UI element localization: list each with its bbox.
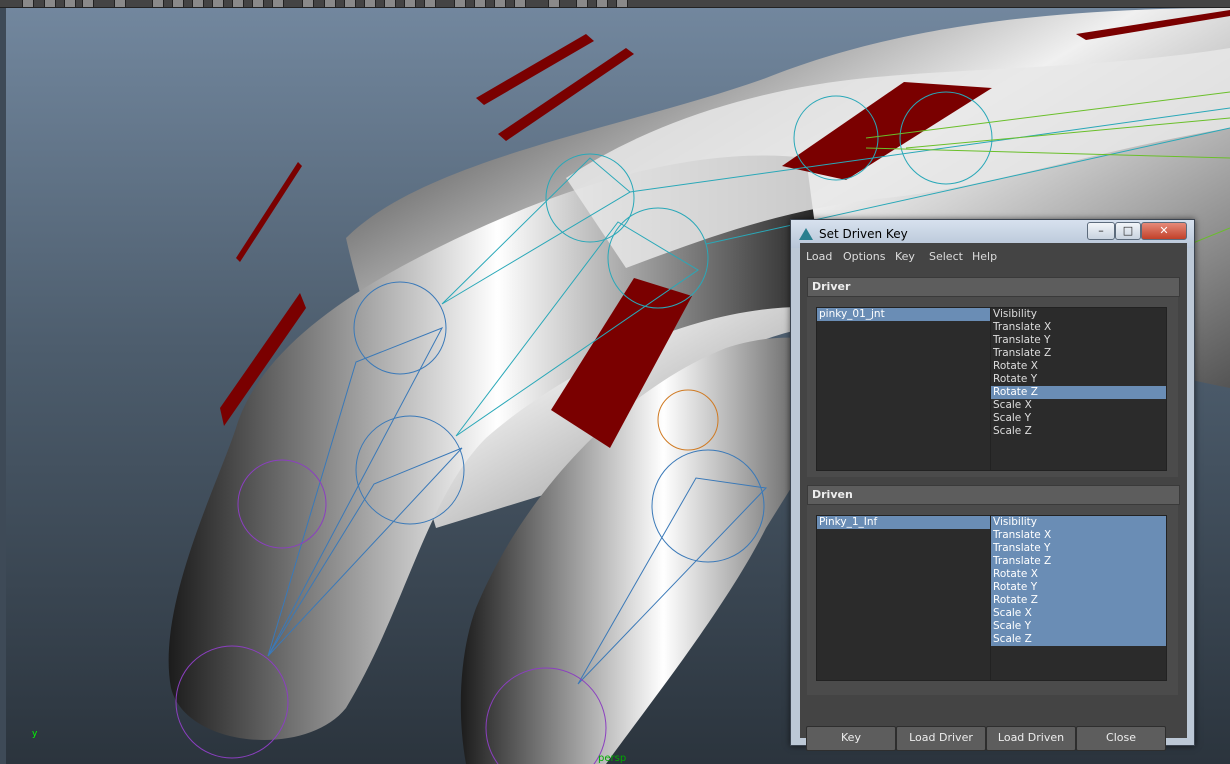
driver-attribute-list[interactable]: Visibility Translate X Translate Y Translat… [990, 307, 1167, 471]
window-title: Set Driven Key [819, 227, 908, 241]
toolbar-icon[interactable] [22, 0, 34, 7]
toolbar-icon[interactable] [576, 0, 588, 7]
toolbar-icon[interactable] [404, 0, 416, 7]
driver-attribute-item[interactable]: Scale X [991, 399, 1166, 412]
toolbar-icon[interactable] [494, 0, 506, 7]
driver-attribute-item[interactable]: Rotate X [991, 360, 1166, 373]
driven-panel: Pinky_1_Inf Visibility Translate X Transla… [807, 505, 1178, 695]
load-driven-button[interactable]: Load Driven [986, 726, 1076, 751]
driven-attribute-item[interactable]: Translate X [991, 529, 1166, 542]
driver-attribute-item[interactable]: Translate X [991, 321, 1166, 334]
driven-attribute-item[interactable]: Rotate Z [991, 594, 1166, 607]
toolbar-icon[interactable] [272, 0, 284, 7]
main-toolbar [0, 0, 1230, 8]
driven-attribute-item[interactable]: Rotate X [991, 568, 1166, 581]
driven-attribute-item[interactable]: Scale Z [991, 633, 1166, 646]
control-plane[interactable] [476, 34, 594, 105]
toolbar-icon[interactable] [514, 0, 526, 7]
driven-section-header[interactable]: Driven [807, 485, 1180, 505]
minimize-button[interactable]: – [1087, 222, 1115, 240]
driven-attribute-item[interactable]: Scale X [991, 607, 1166, 620]
toolbar-icon[interactable] [212, 0, 224, 7]
toolbar-icon[interactable] [344, 0, 356, 7]
driver-attribute-item[interactable]: Visibility [991, 308, 1166, 321]
axis-label-y: y [32, 729, 38, 739]
window-body: Load Options Key Select Help Driver pink… [800, 243, 1187, 751]
toolbar-icon[interactable] [548, 0, 560, 7]
toolbar-icon[interactable] [384, 0, 396, 7]
toolbar-icon[interactable] [454, 0, 466, 7]
driver-object-item[interactable]: pinky_01_jnt [817, 308, 990, 321]
toolbar-icon[interactable] [192, 0, 204, 7]
toolbar-icon[interactable] [616, 0, 628, 7]
load-driver-button[interactable]: Load Driver [896, 726, 986, 751]
menu-load[interactable]: Load [806, 250, 832, 263]
toolbar-icon[interactable] [64, 0, 76, 7]
toolbar-icon[interactable] [324, 0, 336, 7]
driver-attribute-item[interactable]: Scale Y [991, 412, 1166, 425]
driven-attribute-item[interactable]: Rotate Y [991, 581, 1166, 594]
menu-options[interactable]: Options [843, 250, 885, 263]
toolbar-icon[interactable] [44, 0, 56, 7]
toolbar-icon[interactable] [302, 0, 314, 7]
set-driven-key-window: Set Driven Key – □ ✕ Load Options Key Se… [790, 219, 1195, 751]
toolbar-icon[interactable] [172, 0, 184, 7]
driver-attribute-item[interactable]: Translate Z [991, 347, 1166, 360]
driven-attribute-item[interactable]: Scale Y [991, 620, 1166, 633]
toolbar-icon[interactable] [424, 0, 436, 7]
toolbar-icon[interactable] [232, 0, 244, 7]
driver-attribute-item[interactable]: Rotate Y [991, 373, 1166, 386]
maya-logo-icon [799, 228, 813, 240]
driver-panel: pinky_01_jnt Visibility Translate X Transl… [807, 297, 1178, 477]
driver-section-header[interactable]: Driver [807, 277, 1180, 297]
toolbar-icon[interactable] [364, 0, 376, 7]
driver-attribute-item[interactable]: Scale Z [991, 425, 1166, 438]
driven-attribute-list[interactable]: Visibility Translate X Translate Y Translat… [990, 515, 1167, 681]
menu-help[interactable]: Help [972, 250, 997, 263]
toolbar-icon[interactable] [152, 0, 164, 7]
toolbar-icon[interactable] [82, 0, 94, 7]
driven-attribute-item[interactable]: Visibility [991, 516, 1166, 529]
menu-bar: Load Options Key Select Help [800, 243, 1187, 269]
window-close-button[interactable]: ✕ [1141, 222, 1187, 240]
maximize-button[interactable]: □ [1115, 222, 1141, 240]
camera-label: persp [598, 753, 627, 764]
toolbar-icon[interactable] [114, 0, 126, 7]
driven-attribute-item[interactable]: Translate Y [991, 542, 1166, 555]
menu-key[interactable]: Key [895, 250, 915, 263]
toolbar-icon[interactable] [252, 0, 264, 7]
close-button[interactable]: Close [1076, 726, 1166, 751]
driven-object-list[interactable]: Pinky_1_Inf [816, 515, 991, 681]
toolbar-icon[interactable] [596, 0, 608, 7]
driver-object-list[interactable]: pinky_01_jnt [816, 307, 991, 471]
driver-attribute-item[interactable]: Translate Y [991, 334, 1166, 347]
menu-select[interactable]: Select [929, 250, 963, 263]
driven-object-item[interactable]: Pinky_1_Inf [817, 516, 990, 529]
driver-attribute-item[interactable]: Rotate Z [991, 386, 1166, 399]
control-plane[interactable] [236, 162, 302, 262]
key-button[interactable]: Key [806, 726, 896, 751]
toolbar-icon[interactable] [474, 0, 486, 7]
driven-attribute-item[interactable]: Translate Z [991, 555, 1166, 568]
